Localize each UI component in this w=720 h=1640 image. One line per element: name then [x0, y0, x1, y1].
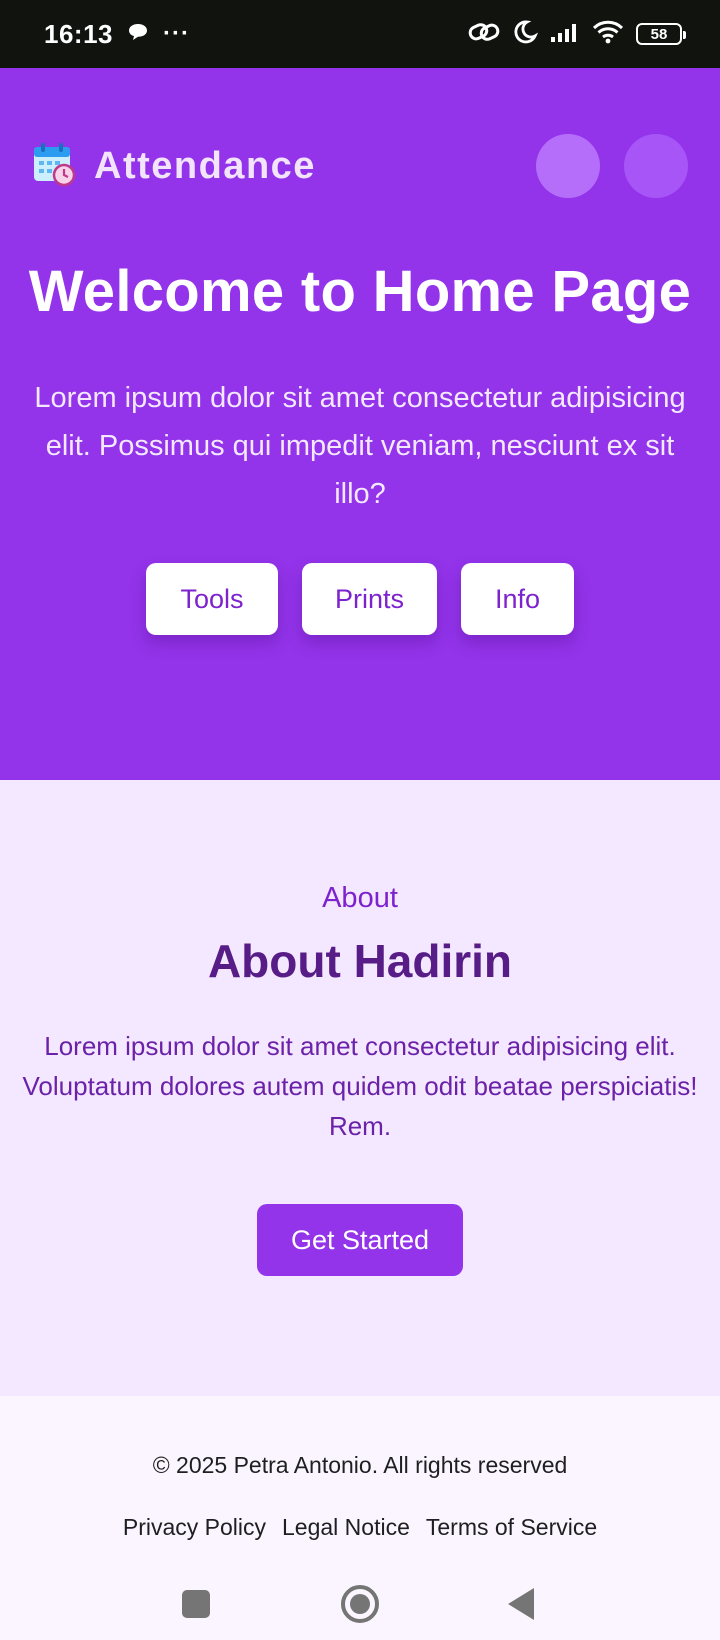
- chat-bubble-icon: [127, 22, 149, 47]
- about-kicker: About: [322, 882, 398, 914]
- battery-icon: 58: [636, 23, 686, 45]
- link-icon: [468, 19, 500, 50]
- header-actions: [536, 134, 688, 198]
- battery-level: 58: [650, 25, 668, 43]
- status-time: 16:13: [44, 18, 113, 49]
- tools-button[interactable]: Tools: [146, 563, 278, 635]
- footer-links: Privacy Policy Legal Notice Terms of Ser…: [0, 1514, 720, 1541]
- hero-description: Lorem ipsum dolor sit amet consectetur a…: [34, 382, 686, 510]
- about-section: About About Hadirin Lorem ipsum dolor si…: [0, 780, 720, 1396]
- about-description: Lorem ipsum dolor sit amet consectetur a…: [22, 1031, 698, 1141]
- more-notifications-icon: ···: [163, 20, 190, 47]
- status-right: 58: [468, 19, 686, 50]
- home-icon[interactable]: [340, 1584, 380, 1624]
- status-left: 16:13 ···: [44, 19, 190, 50]
- app-title: Attendance: [94, 144, 316, 187]
- moon-icon: [512, 19, 539, 50]
- hero-title: Welcome to Home Page: [28, 259, 692, 324]
- header-circle-button-1[interactable]: [536, 134, 600, 198]
- get-started-button[interactable]: Get Started: [257, 1204, 463, 1276]
- header-circle-button-2[interactable]: [624, 134, 688, 198]
- wifi-icon: [592, 20, 624, 49]
- footer: © 2025 Petra Antonio. All rights reserve…: [0, 1396, 720, 1566]
- status-bar: 16:13 ··· 58: [0, 0, 720, 68]
- terms-of-service-link[interactable]: Terms of Service: [426, 1514, 597, 1541]
- brand[interactable]: Attendance: [32, 141, 316, 192]
- prints-button[interactable]: Prints: [302, 563, 437, 635]
- hero-buttons: Tools Prints Info: [0, 563, 720, 635]
- hero-section: Attendance Welcome to Home Page Lorem ip…: [0, 68, 720, 780]
- recents-icon[interactable]: [176, 1584, 216, 1624]
- legal-notice-link[interactable]: Legal Notice: [282, 1514, 410, 1541]
- about-title: About Hadirin: [207, 935, 513, 987]
- calendar-clock-icon: [32, 141, 76, 192]
- app-header: Attendance: [32, 134, 688, 198]
- back-icon[interactable]: [502, 1584, 542, 1624]
- signal-icon: [550, 21, 580, 48]
- copyright-text: © 2025 Petra Antonio. All rights reserve…: [152, 1452, 568, 1478]
- privacy-policy-link[interactable]: Privacy Policy: [123, 1514, 266, 1541]
- info-button[interactable]: Info: [461, 563, 574, 635]
- system-nav-bar: [0, 1566, 720, 1640]
